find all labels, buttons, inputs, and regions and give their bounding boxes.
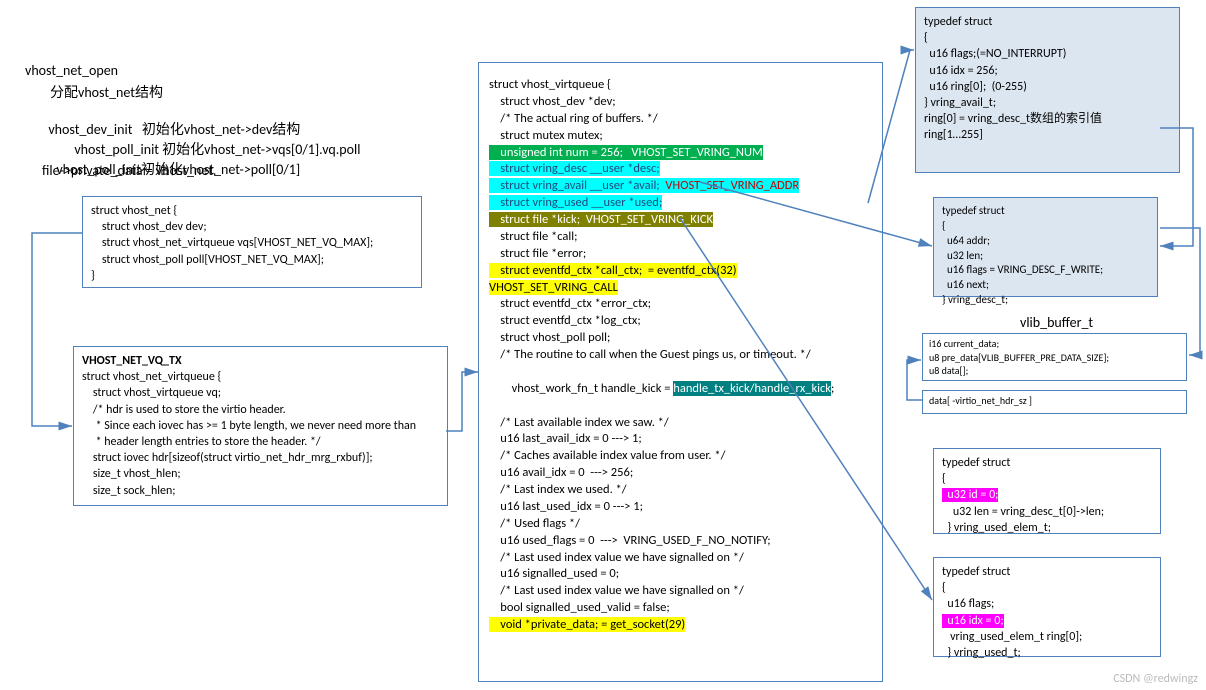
title-vlib-buffer: vlib_buffer_t [1020,314,1093,331]
code-line: struct eventfd_ctx *error_ctx; [489,296,872,313]
code-hl-green: unsigned int num = 256; VHOST_SET_VRING_… [489,145,872,162]
code-line: vring_used_elem_t ring[0]; [942,629,1152,645]
code-hl-magenta: u32 id = 0; [942,487,1152,503]
code-hl-yellow: VHOST_SET_VRING_CALL [489,280,872,297]
code-line: } vring_avail_t; [924,95,1171,111]
box-vhost-net-vq-tx: VHOST_NET_VQ_TX struct vhost_net_virtque… [73,346,448,506]
code-line: /* The routine to call when the Guest pi… [489,347,872,364]
code-line: u16 last_used_idx = 0 ---> 1; [489,499,872,516]
code-hl-yellow: struct eventfd_ctx *call_ctx; = eventfd_… [489,263,872,280]
box-vhost-net-struct: struct vhost_net { struct vhost_dev dev;… [82,196,422,288]
code-line: data[ -virtio_net_hdr_sz ] [929,394,1180,408]
box-vring-used-elem: typedef struct { u32 id = 0; u32 len = v… [933,448,1161,534]
heading-vhost-net-open: vhost_net_open [25,62,118,79]
code-line: /* Last used index value we have signall… [489,583,872,600]
code-line: ring[0] = vring_desc_t数组的索引值 [924,111,1171,127]
code-hl-yellow: void *private_data; = get_socket(29) [489,617,872,634]
code-line: * header length entries to store the hea… [82,434,439,450]
code-hl-cyan: struct vring_avail __user *avail; VHOST_… [489,178,872,195]
code-line: u16 next; [942,278,1149,293]
code-line: typedef struct [942,564,1152,580]
code-line: typedef struct [942,455,1152,471]
box-vlib-buffer-top: i16 current_data; u8 pre_data[VLIB_BUFFE… [922,333,1187,381]
code-line: ring[1…255] [924,127,1171,143]
code-line: struct vhost_poll poll; [489,330,872,347]
code-line: /* Caches available index value from use… [489,448,872,465]
code-line: /* Last used index value we have signall… [489,550,872,567]
heading-alloc-struct: 分配vhost_net结构 [50,82,163,102]
code-line: u32 len; [942,249,1149,264]
code-line: struct vhost_virtqueue { [489,77,872,94]
code-line: /* Used flags */ [489,516,872,533]
watermark: CSDN @redwingz [1113,672,1198,686]
box-vlib-buffer-bottom: data[ -virtio_net_hdr_sz ] [922,390,1187,414]
code-line: u16 ring[0]; (0-255) [924,79,1171,95]
code-line: typedef struct [942,204,1149,219]
code-line: u16 signalled_used = 0; [489,566,872,583]
code-line: struct eventfd_ctx *log_ctx; [489,313,872,330]
code-line: size_t vhost_hlen; [82,466,439,482]
code-hl-cyan: struct vring_used __user *used; [489,195,872,212]
code-line: size_t sock_hlen; [82,483,439,499]
code-line: struct vhost_virtqueue vq; [82,385,439,401]
code-line: /* The actual ring of buffers. */ [489,111,872,128]
code-line: u16 flags; [942,596,1152,612]
code-line: /* Last available index we saw. */ [489,415,872,432]
title-vq-tx: VHOST_NET_VQ_TX [82,353,439,369]
code-line: { [924,30,1171,46]
code-line: struct vhost_net_virtqueue vqs[VHOST_NET… [91,235,413,251]
code-line: struct iovec hdr[sizeof(struct virtio_ne… [82,450,439,466]
code-line: bool signalled_used_valid = false; [489,600,872,617]
code-line: struct mutex mutex; [489,128,872,145]
code-line: struct vhost_poll poll[VHOST_NET_VQ_MAX]… [91,252,413,268]
code-line: { [942,219,1149,234]
code-line: struct file *error; [489,246,872,263]
code-hl-magenta: u16 idx = 0; [942,613,1152,629]
code-line: u16 idx = 256; [924,63,1171,79]
code-line: } vring_desc_t; [942,293,1149,308]
box-vring-avail: typedef struct { u16 flags;(=NO_INTERRUP… [915,7,1180,173]
code-hl-olive: struct file *kick; VHOST_SET_VRING_KICK [489,212,872,229]
code-line: { [942,471,1152,487]
code-line: struct vhost_dev *dev; [489,94,872,111]
code-hl-teal: vhost_work_fn_t handle_kick = handle_tx_… [489,364,872,415]
code-line: u32 len = vring_desc_t[0]->len; [942,504,1152,520]
code-line: struct file *call; [489,229,872,246]
code-line: struct vhost_net { [91,203,413,219]
code-line: u16 last_avail_idx = 0 ---> 1; [489,431,872,448]
code-line: /* Last index we used. */ [489,482,872,499]
code-line: /* hdr is used to store the virtio heade… [82,402,439,418]
heading-private-data: file->private_data = vhost_net. [42,162,216,179]
code-line: u8 pre_data[VLIB_BUFFER_PRE_DATA_SIZE]; [929,351,1180,365]
code-line: } [91,268,413,284]
code-line: { [942,580,1152,596]
code-hl-cyan: struct vring_desc __user *desc; [489,161,872,178]
box-vring-desc: typedef struct { u64 addr; u32 len; u16 … [933,197,1158,297]
code-line: u16 used_flags = 0 ---> VRING_USED_F_NO_… [489,533,872,550]
code-line: u8 data[]; [929,364,1180,378]
code-line: * Since each iovec has >= 1 byte length,… [82,418,439,434]
code-line: } vring_used_elem_t; [942,520,1152,536]
code-line: u16 avail_idx = 0 ---> 256; [489,465,872,482]
code-line: } vring_used_t; [942,645,1152,661]
code-line: u64 addr; [942,234,1149,249]
box-vhost-virtqueue: struct vhost_virtqueue { struct vhost_de… [478,62,883,682]
code-line: u16 flags = VRING_DESC_F_WRITE; [942,263,1149,278]
code-line: u16 flags;(=NO_INTERRUPT) [924,46,1171,62]
code-line: struct vhost_dev dev; [91,219,413,235]
code-line: i16 current_data; [929,337,1180,351]
code-line: struct vhost_net_virtqueue { [82,369,439,385]
code-line: typedef struct [924,14,1171,30]
box-vring-used: typedef struct { u16 flags; u16 idx = 0;… [933,557,1161,657]
